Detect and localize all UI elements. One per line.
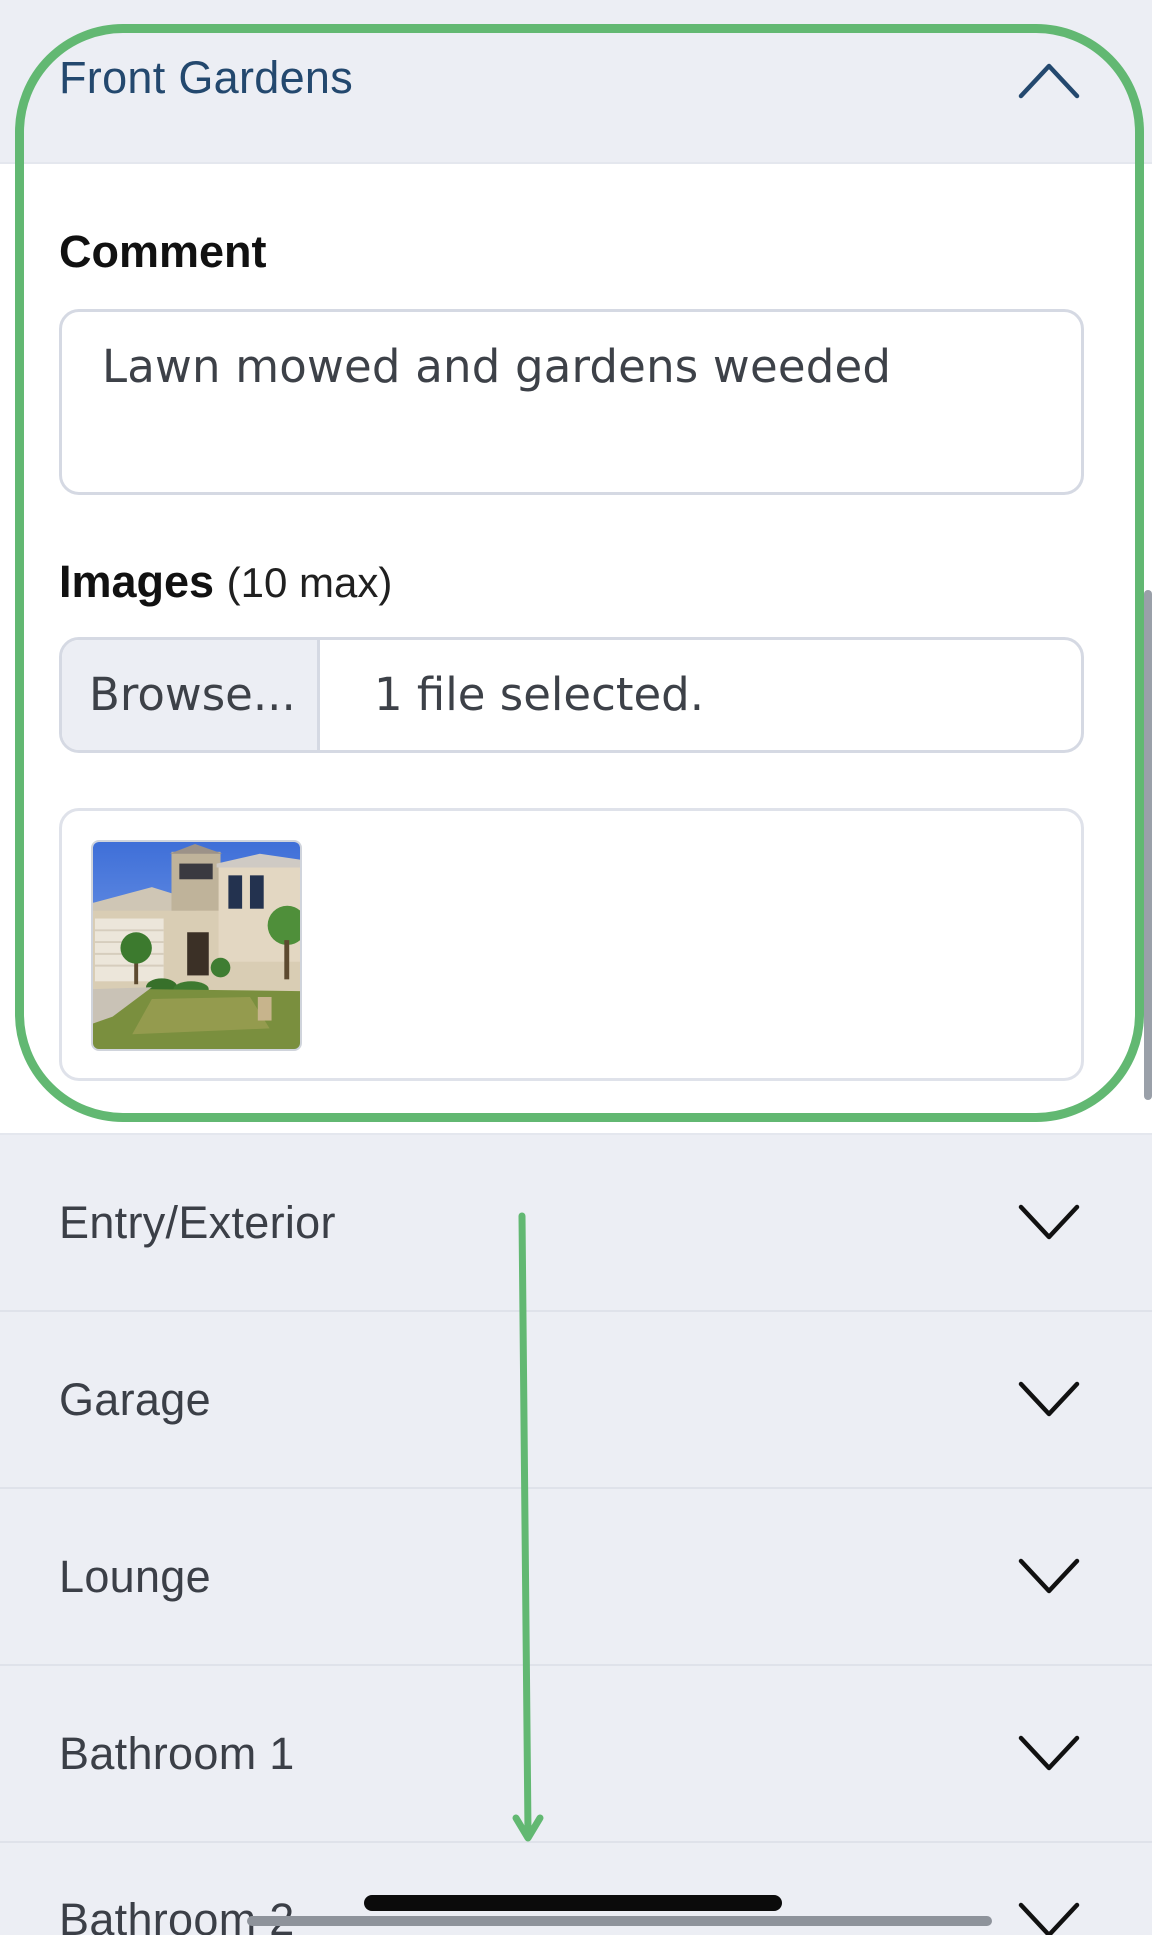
chevron-down-icon[interactable]: [1018, 1203, 1080, 1243]
image-file-input[interactable]: Browse... 1 file selected.: [59, 637, 1084, 753]
accordion-header-entry-exterior[interactable]: Entry/Exterior: [0, 1135, 1152, 1312]
chevron-down-icon[interactable]: [1018, 1557, 1080, 1597]
accordion-header-bathroom-1[interactable]: Bathroom 1: [0, 1666, 1152, 1843]
images-label: Images (10 max): [59, 556, 392, 608]
comment-textarea[interactable]: Lawn mowed and gardens weeded: [59, 309, 1084, 495]
accordion-body-front-gardens: Comment Lawn mowed and gardens weeded Im…: [0, 164, 1152, 1135]
comment-label: Comment: [59, 226, 267, 277]
accordion-title-bathroom-1: Bathroom 1: [59, 1727, 295, 1779]
image-preview-area: [59, 808, 1084, 1081]
images-label-text: Images: [59, 556, 215, 607]
chevron-down-icon[interactable]: [1018, 1901, 1080, 1935]
accordion-title-bathroom-2: Bathroom 2: [59, 1894, 295, 1935]
house-photo-icon: [93, 842, 300, 1049]
file-status-text: 1 file selected.: [374, 668, 705, 721]
chevron-down-icon[interactable]: [1018, 1380, 1080, 1420]
room-accordion: Front Gardens Comment Lawn mowed and gar…: [0, 0, 1152, 1935]
browse-button[interactable]: Browse...: [62, 640, 320, 750]
accordion-title-front-gardens: Front Gardens: [59, 52, 354, 103]
accordion-header-front-gardens[interactable]: Front Gardens: [0, 0, 1152, 164]
chevron-up-icon[interactable]: [1018, 60, 1080, 100]
chevron-down-icon[interactable]: [1018, 1734, 1080, 1774]
accordion-header-lounge[interactable]: Lounge: [0, 1489, 1152, 1666]
vertical-scrollbar[interactable]: [1144, 590, 1152, 1100]
accordion-title-garage: Garage: [59, 1373, 211, 1425]
horizontal-scrollbar[interactable]: [247, 1916, 992, 1926]
home-indicator[interactable]: [364, 1895, 782, 1911]
accordion-title-lounge: Lounge: [59, 1550, 211, 1602]
inspection-page: Front Gardens Comment Lawn mowed and gar…: [0, 0, 1157, 1935]
house-photo-thumbnail[interactable]: [91, 840, 302, 1051]
images-max-note: (10 max): [226, 559, 393, 606]
accordion-header-garage[interactable]: Garage: [0, 1312, 1152, 1489]
accordion-title-entry-exterior: Entry/Exterior: [59, 1196, 336, 1248]
